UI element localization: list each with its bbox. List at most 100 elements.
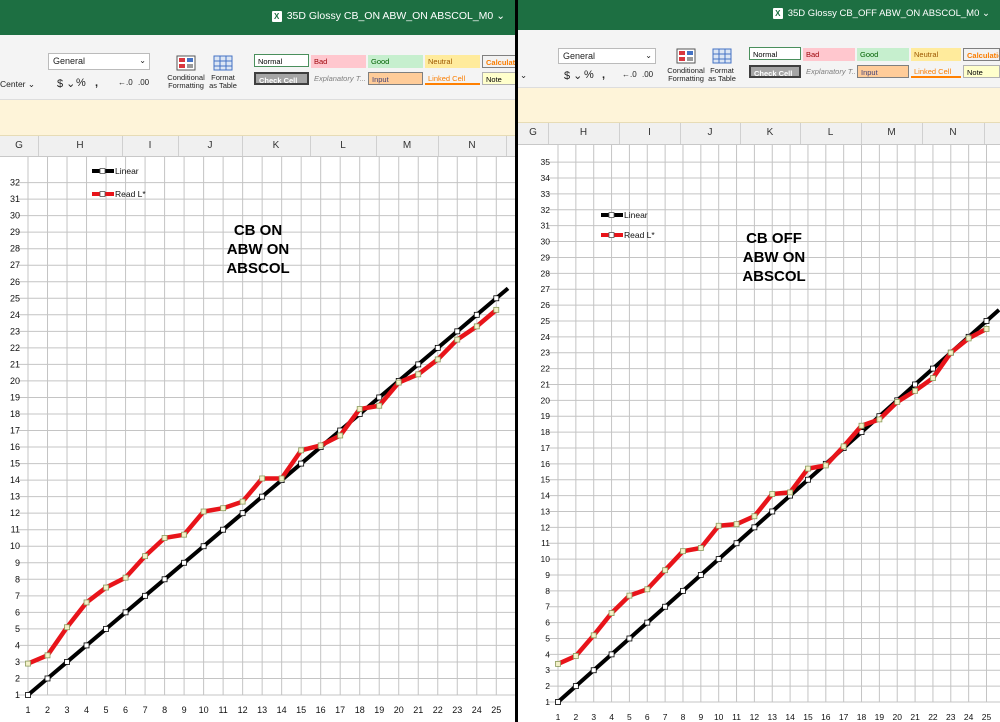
column-header-g[interactable]: G <box>518 123 549 144</box>
style-good[interactable]: Good <box>368 55 423 68</box>
y-tick-label: 14 <box>10 475 20 485</box>
style-normal[interactable]: Normal <box>254 54 309 67</box>
style-calculation[interactable]: Calculation <box>963 48 1000 61</box>
data-point-read-l <box>733 521 740 528</box>
column-header-n[interactable]: N <box>922 123 985 144</box>
data-point-linear <box>555 699 561 705</box>
format-as-table-button[interactable]: Format as Table <box>706 48 738 83</box>
column-header-i[interactable]: I <box>619 123 681 144</box>
percent-style-button[interactable]: % <box>76 77 86 89</box>
style-neutral[interactable]: Neutral <box>425 55 480 68</box>
style-input[interactable]: Input <box>368 72 423 85</box>
style-note[interactable]: Note <box>963 65 1000 78</box>
data-point-read-l <box>142 553 148 560</box>
data-point-linear <box>415 361 422 368</box>
format-as-table-button[interactable]: Format as Table <box>206 55 240 90</box>
chevron-down-icon[interactable]: ⌄ <box>982 8 990 19</box>
decrease-decimal-button[interactable]: .00 <box>138 78 149 87</box>
increase-decimal-button[interactable]: ←.0 <box>622 70 637 79</box>
x-tick-label: 17 <box>839 712 849 722</box>
style-note[interactable]: Note <box>482 72 515 85</box>
style-explanatory[interactable]: Explanatory T... <box>803 65 855 78</box>
y-tick-label: 6 <box>15 607 20 617</box>
column-header-l[interactable]: L <box>310 136 377 156</box>
column-header-i[interactable]: I <box>122 136 179 156</box>
column-header-m[interactable]: M <box>376 136 439 156</box>
data-point-linear <box>103 625 109 632</box>
data-point-linear <box>805 476 811 483</box>
y-tick-label: 10 <box>541 554 551 564</box>
y-tick-label: 16 <box>541 459 551 469</box>
alignment-dropdown[interactable]: ⌄ <box>520 70 527 81</box>
x-tick-label: 24 <box>964 712 974 722</box>
x-tick-label: 4 <box>84 705 89 715</box>
data-point-read-l <box>337 432 344 439</box>
conditional-formatting-button[interactable]: Conditional Formatting <box>164 55 208 90</box>
legend-label: Read L* <box>115 189 146 199</box>
y-tick-label: 29 <box>541 252 551 262</box>
style-explanatory[interactable]: Explanatory T... <box>311 72 366 85</box>
style-input[interactable]: Input <box>857 65 909 78</box>
column-header-k[interactable]: K <box>242 136 311 156</box>
column-header-n[interactable]: N <box>438 136 507 156</box>
style-check-cell[interactable]: Check Cell <box>254 72 309 85</box>
style-bad[interactable]: Bad <box>311 55 366 68</box>
x-tick-label: 14 <box>785 712 795 722</box>
data-point-linear <box>912 381 918 388</box>
column-header-h[interactable]: H <box>38 136 123 156</box>
percent-style-button[interactable]: % <box>584 69 594 81</box>
style-calculation[interactable]: Calculation <box>482 55 515 68</box>
currency-format-button[interactable]: $ ⌄ <box>564 69 582 82</box>
currency-format-button[interactable]: $ ⌄ <box>57 77 75 90</box>
number-format-select[interactable]: General ⌄ <box>48 53 150 70</box>
column-header-m[interactable]: M <box>861 123 923 144</box>
style-linked-cell[interactable]: Linked Cell <box>911 65 961 78</box>
y-tick-label: 11 <box>541 538 550 548</box>
y-tick-label: 4 <box>545 649 550 659</box>
data-point-read-l <box>64 624 70 631</box>
chevron-down-icon: ⌄ <box>139 56 146 65</box>
column-header-j[interactable]: J <box>680 123 741 144</box>
x-tick-label: 14 <box>277 705 287 715</box>
style-check-cell[interactable]: Check Cell <box>749 65 801 78</box>
x-tick-label: 20 <box>892 712 902 722</box>
data-point-linear <box>680 587 686 594</box>
x-tick-label: 6 <box>645 712 650 722</box>
increase-decimal-button[interactable]: ←.0 <box>118 78 133 87</box>
column-header-h[interactable]: H <box>548 123 620 144</box>
x-tick-label: 19 <box>875 712 885 722</box>
y-tick-label: 26 <box>541 300 551 310</box>
style-linked-cell[interactable]: Linked Cell <box>425 72 480 85</box>
format-as-table-icon <box>712 48 732 64</box>
style-neutral[interactable]: Neutral <box>911 48 961 61</box>
data-point-linear <box>715 556 722 563</box>
y-tick-label: 18 <box>541 427 551 437</box>
data-point-read-l <box>572 653 579 659</box>
column-header-k[interactable]: K <box>740 123 801 144</box>
data-point-read-l <box>434 356 441 363</box>
chart-cb-off: 1234567891011121314151617181920212223242… <box>518 145 1000 722</box>
number-format-select[interactable]: General ⌄ <box>558 48 656 64</box>
data-point-linear <box>608 651 615 658</box>
style-normal[interactable]: Normal <box>749 47 801 60</box>
column-header-j[interactable]: J <box>178 136 243 156</box>
y-tick-label: 23 <box>541 348 551 358</box>
conditional-formatting-button[interactable]: Conditional Formatting <box>666 48 706 83</box>
comma-style-button[interactable]: , <box>95 77 98 89</box>
decrease-decimal-button[interactable]: .00 <box>642 70 653 79</box>
style-good[interactable]: Good <box>857 48 909 61</box>
chart-cb-on: 1234567891011121314151617181920212223242… <box>0 157 515 722</box>
x-tick-label: 8 <box>681 712 686 722</box>
center-alignment-button[interactable]: Center ⌄ <box>0 79 35 90</box>
data-point-linear <box>161 576 168 583</box>
data-point-linear <box>769 508 776 515</box>
comma-style-button[interactable]: , <box>602 69 605 81</box>
y-tick-label: 30 <box>10 211 20 221</box>
column-header-l[interactable]: L <box>800 123 862 144</box>
chevron-down-icon[interactable]: ⌄ <box>496 10 505 22</box>
data-point-read-l <box>83 599 90 606</box>
column-header-g[interactable]: G <box>0 136 39 156</box>
data-point-read-l <box>680 548 686 555</box>
style-bad[interactable]: Bad <box>803 48 855 61</box>
x-tick-label: 25 <box>982 712 992 722</box>
